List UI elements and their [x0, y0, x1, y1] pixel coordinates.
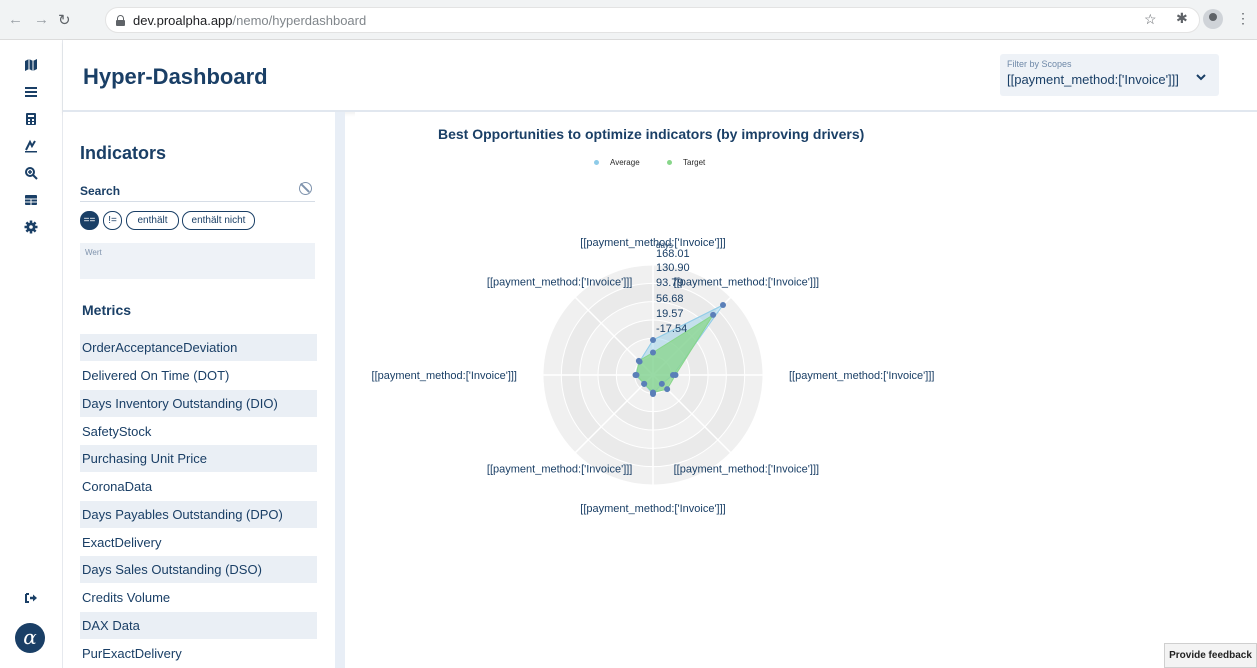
metric-item[interactable]: Credits Volume — [80, 584, 317, 611]
list-icon[interactable] — [22, 85, 40, 103]
radial-tick-label-6: -17.54 — [656, 323, 687, 335]
url-text: dev.proalpha.app/nemo/hyperdashboard — [133, 13, 366, 28]
radar-category-label: [[payment_method:['Invoice']]] — [487, 277, 632, 289]
zoom-icon[interactable] — [22, 166, 40, 184]
series-point-target — [650, 349, 656, 356]
chart-area: Best Opportunities to optimize indicator… — [355, 112, 1257, 668]
calculator-icon[interactable] — [22, 112, 40, 130]
series-point-target — [641, 380, 648, 387]
radar-category-label: [[payment_method:['Invoice']]] — [580, 237, 725, 249]
back-arrow-icon[interactable]: ← — [8, 11, 23, 28]
series-point-average — [658, 380, 665, 387]
map-icon[interactable] — [22, 58, 40, 76]
value-input[interactable]: Wert — [80, 243, 315, 279]
metric-item[interactable]: OrderAcceptanceDeviation — [80, 334, 317, 361]
value-input-placeholder: Wert — [85, 248, 102, 257]
url-path: /nemo/hyperdashboard — [232, 13, 367, 28]
series-point-target — [710, 311, 717, 318]
forward-arrow-icon[interactable]: → — [34, 11, 49, 28]
metric-item[interactable]: Days Sales Outstanding (DSO) — [80, 556, 317, 583]
scope-filter-value: [[payment_method:['Invoice']]] — [1007, 72, 1179, 87]
radial-tick-label-1: 168.01 — [656, 248, 690, 260]
chart-icon[interactable] — [22, 139, 40, 157]
metric-item[interactable]: Delivered On Time (DOT) — [80, 362, 317, 389]
extensions-icon[interactable]: ✱ — [1176, 10, 1188, 27]
radar-category-label: [[payment_method:['Invoice']]] — [487, 463, 632, 475]
operator-contains-button[interactable]: enthält — [126, 211, 179, 230]
metric-item[interactable]: CoronaData — [80, 473, 317, 500]
metric-item[interactable]: Days Payables Outstanding (DPO) — [80, 501, 317, 528]
table-icon[interactable] — [22, 193, 40, 211]
radar-category-label: [[payment_method:['Invoice']]] — [674, 463, 819, 475]
series-point-target — [664, 386, 671, 393]
metrics-title: Metrics — [82, 302, 132, 318]
series-point-target — [633, 372, 640, 378]
series-point-target — [650, 389, 656, 396]
address-bar[interactable]: dev.proalpha.app/nemo/hyperdashboard ☆ — [105, 7, 1200, 33]
radar-category-label: [[payment_method:['Invoice']]] — [674, 277, 819, 289]
metric-item[interactable]: Purchasing Unit Price — [80, 445, 317, 472]
series-point-average — [720, 301, 727, 308]
star-icon[interactable]: ☆ — [1144, 11, 1157, 28]
settings-icon[interactable] — [22, 220, 40, 238]
radar-category-label: [[payment_method:['Invoice']]] — [789, 370, 934, 382]
reload-icon[interactable]: ↻ — [58, 11, 71, 29]
operator-not-contains-button[interactable]: enthält nicht — [182, 211, 255, 230]
radial-tick-label-4: 56.68 — [656, 293, 684, 305]
page-title: Hyper-Dashboard — [83, 64, 268, 89]
url-host: dev.proalpha.app — [133, 13, 233, 28]
profile-icon[interactable] — [1203, 9, 1223, 29]
metric-item[interactable]: Days Inventory Outstanding (DIO) — [80, 390, 317, 417]
series-point-target — [672, 372, 679, 378]
logout-icon[interactable] — [22, 591, 40, 609]
browser-toolbar: ← → ↻ dev.proalpha.app/nemo/hyperdashboa… — [0, 0, 1257, 40]
scope-filter-label: Filter by Scopes — [1007, 59, 1072, 69]
operator-equals-button[interactable]: == — [80, 211, 99, 230]
search-divider — [80, 201, 315, 202]
radial-tick-label-5: 19.57 — [656, 308, 684, 320]
provide-feedback-button[interactable]: Provide feedback — [1164, 643, 1257, 668]
series-point-target — [635, 357, 642, 364]
metric-item[interactable]: PurExactDelivery — [80, 640, 317, 667]
indicators-panel: Indicators Search == != enthält enthält … — [63, 112, 345, 668]
lock-icon — [116, 15, 125, 26]
metric-item[interactable]: DAX Data — [80, 612, 317, 639]
indicators-title: Indicators — [80, 143, 167, 163]
operator-not-equals-button[interactable]: != — [103, 211, 122, 230]
radar-category-label: [[payment_method:['Invoice']]] — [580, 503, 725, 515]
alpha-logo-icon[interactable]: α — [15, 623, 45, 653]
radar-chart: days168.01130.9093.7956.6819.57-17.54[[p… — [372, 237, 935, 515]
radial-tick-label-2: 130.90 — [656, 262, 690, 274]
series-point-average — [650, 337, 656, 343]
scope-filter-select[interactable]: Filter by Scopes [[payment_method:['Invo… — [1000, 54, 1219, 96]
page-header: Hyper-Dashboard Filter by Scopes [[payme… — [63, 40, 1257, 112]
clear-search-icon[interactable] — [299, 182, 312, 195]
radar-category-label: [[payment_method:['Invoice']]] — [372, 370, 517, 382]
chevron-down-icon — [1196, 74, 1206, 81]
search-label: Search — [80, 184, 121, 198]
icon-sidebar: α — [0, 40, 63, 668]
menu-dots-icon[interactable]: ⋮ — [1236, 10, 1250, 27]
metric-item[interactable]: SafetyStock — [80, 418, 317, 445]
metric-item[interactable]: ExactDelivery — [80, 529, 317, 556]
